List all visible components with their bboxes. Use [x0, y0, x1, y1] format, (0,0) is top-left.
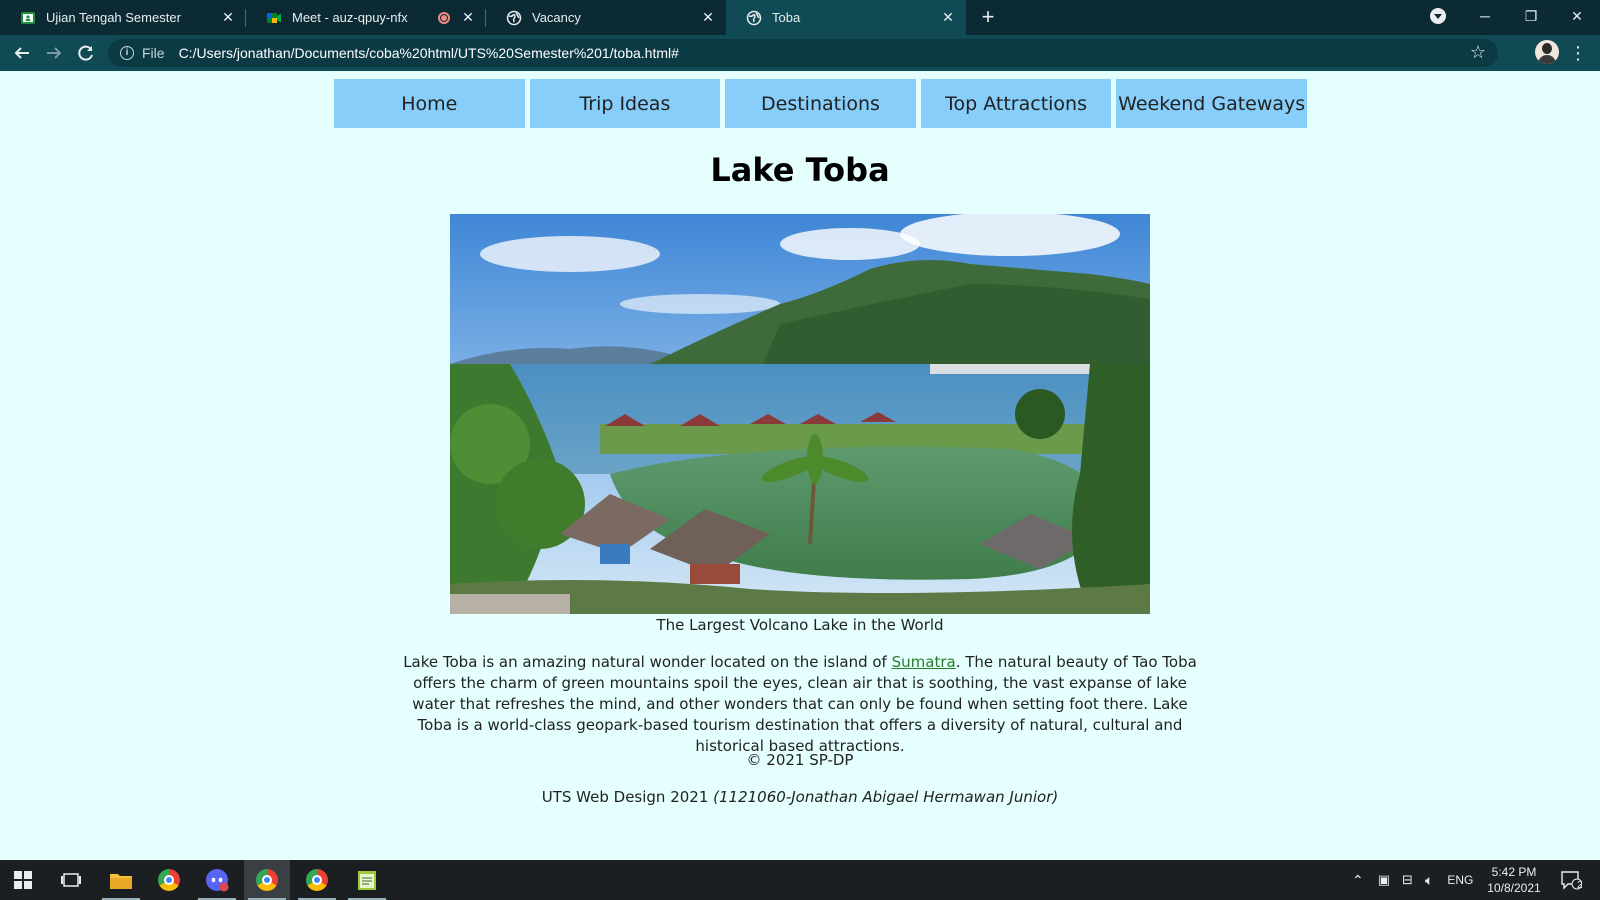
globe-icon [506, 10, 522, 26]
close-icon[interactable]: ✕ [940, 9, 956, 25]
system-tray: ⌃ ▣ ⊟ 🔈︎ ENG [1352, 860, 1473, 900]
nav-home[interactable]: Home [334, 79, 525, 128]
arrow-right-icon [47, 47, 62, 59]
chrome-active-taskbar-button[interactable] [244, 860, 290, 900]
reload-icon [78, 45, 93, 61]
forward-button[interactable] [41, 40, 67, 66]
close-icon[interactable]: ✕ [700, 9, 716, 25]
globe-icon [746, 10, 762, 26]
tab-title: Ujian Tengah Semester [46, 10, 181, 25]
tab-ujian-tengah-semester[interactable]: Ujian Tengah Semester ✕ [0, 0, 246, 35]
credit-line: UTS Web Design 2021 (1121060-Jonathan Ab… [0, 788, 1600, 806]
nav-trip-ideas[interactable]: Trip Ideas [529, 79, 721, 128]
copyright: © 2021 SP-DP [746, 751, 854, 769]
page-viewport: Home Trip Ideas Destinations Top Attract… [0, 71, 1600, 860]
tab-title: Meet - auz-qpuy-nfx [292, 10, 408, 25]
task-view-button[interactable] [48, 860, 94, 900]
close-icon[interactable]: ✕ [460, 9, 476, 25]
browser-tab-strip: Ujian Tengah Semester ✕ Meet - auz-qpuy-… [0, 0, 1600, 35]
chrome-taskbar-button[interactable] [146, 860, 192, 900]
credit-name: (1121060-Jonathan Abigael Hermawan Junio… [713, 788, 1059, 806]
start-button[interactable] [0, 860, 46, 900]
tab-meet[interactable]: Meet - auz-qpuy-nfx ✕ [246, 0, 486, 35]
address-bar[interactable]: i File C:/Users/jonathan/Documents/coba%… [108, 39, 1498, 67]
windows-taskbar: ⌃ ▣ ⊟ 🔈︎ ENG 5:42 PM 10/8/2021 2 [0, 860, 1600, 900]
nav-top-attractions[interactable]: Top Attractions [920, 79, 1112, 128]
tab-title: Vacancy [532, 10, 581, 25]
notepad-icon [358, 871, 376, 890]
new-tab-button[interactable]: + [976, 5, 1000, 29]
language-indicator[interactable]: ENG [1447, 873, 1473, 887]
network-icon[interactable]: ⊟ [1402, 872, 1413, 888]
credit-prefix: UTS Web Design 2021 [541, 788, 714, 806]
chrome-icon [256, 869, 278, 891]
clock-date: 10/8/2021 [1487, 881, 1541, 895]
notification-count: 2 [1577, 880, 1583, 891]
chrome-second-taskbar-button[interactable] [294, 860, 340, 900]
tab-toba[interactable]: Toba ✕ [726, 0, 966, 35]
bookmark-star-icon[interactable]: ☆ [1470, 42, 1486, 63]
clock-time: 5:42 PM [1491, 865, 1537, 879]
lake-toba-photo [450, 214, 1150, 614]
back-button[interactable] [9, 40, 35, 66]
task-view-icon [61, 873, 81, 887]
chrome-icon [306, 869, 328, 891]
taskbar-clock[interactable]: 5:42 PM 10/8/2021 [1484, 864, 1544, 896]
sumatra-link[interactable]: Sumatra [892, 653, 956, 671]
chrome-profile-taskbar-button[interactable] [194, 860, 240, 900]
discord-icon [206, 869, 229, 892]
info-icon[interactable]: i [120, 46, 134, 60]
reload-button[interactable] [73, 40, 99, 66]
windows-icon [14, 871, 32, 889]
chrome-icon [158, 869, 180, 891]
classroom-icon [20, 10, 36, 26]
meet-icon [266, 10, 282, 26]
url-text[interactable]: C:/Users/jonathan/Documents/coba%20html/… [179, 45, 679, 61]
notepad-taskbar-button[interactable] [344, 860, 390, 900]
close-icon[interactable]: ✕ [220, 9, 236, 25]
main-nav: Home Trip Ideas Destinations Top Attract… [334, 79, 1307, 128]
profile-avatar[interactable] [1535, 40, 1559, 64]
tab-title: Toba [772, 10, 801, 25]
close-window-button[interactable]: ✕ [1554, 0, 1600, 32]
recording-icon [438, 12, 450, 24]
page-title: Lake Toba [710, 151, 890, 189]
browser-menu-icon[interactable]: ⋮ [1568, 40, 1588, 66]
description-text: Lake Toba is an amazing natural wonder l… [403, 653, 892, 671]
nav-weekend-gateways[interactable]: Weekend Gateways [1116, 79, 1307, 128]
tab-search-icon[interactable] [1430, 8, 1446, 24]
arrow-left-icon [14, 47, 29, 59]
nav-destinations[interactable]: Destinations [725, 79, 916, 128]
tab-vacancy[interactable]: Vacancy ✕ [486, 0, 726, 35]
url-scheme-label: File [142, 45, 165, 61]
show-hidden-icons-icon[interactable]: ⌃ [1352, 872, 1364, 889]
description-paragraph: Lake Toba is an amazing natural wonder l… [400, 652, 1200, 757]
restore-button[interactable]: ❐ [1508, 0, 1554, 32]
notification-center-button[interactable]: 2 [1548, 860, 1594, 900]
image-caption: The Largest Volcano Lake in the World [656, 616, 944, 634]
file-explorer-button[interactable] [98, 860, 144, 900]
folder-icon [110, 874, 132, 889]
meet-indicator-icon[interactable]: ▣ [1378, 872, 1390, 888]
volume-icon[interactable]: 🔈︎ [1425, 872, 1433, 889]
browser-toolbar: i File C:/Users/jonathan/Documents/coba%… [0, 35, 1600, 71]
minimize-button[interactable]: ─ [1462, 0, 1508, 32]
